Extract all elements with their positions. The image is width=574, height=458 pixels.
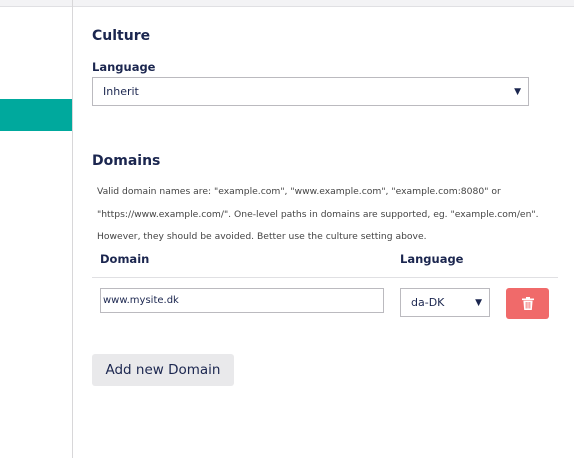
culture-section-title: Culture <box>92 28 151 44</box>
domains-help-line: Valid domain names are: "example.com", "… <box>97 186 501 197</box>
language-column-header: Language <box>400 252 464 266</box>
left-nav-top-strip <box>0 0 72 7</box>
culture-language-select[interactable]: Inherit ▼ <box>92 77 529 106</box>
domain-input-value: www.mysite.dk <box>103 295 179 306</box>
domains-help-line: However, they should be avoided. Better … <box>97 231 427 242</box>
domain-input[interactable]: www.mysite.dk <box>100 288 384 313</box>
left-nav-active-item[interactable] <box>0 99 72 131</box>
table-divider <box>92 277 558 278</box>
chevron-down-icon: ▼ <box>514 86 521 97</box>
domains-help-line: "https://www.example.com/". One-level pa… <box>97 208 539 220</box>
add-new-domain-button[interactable]: Add new Domain <box>92 354 234 386</box>
domains-help-text: Valid domain names are: "example.com", "… <box>97 181 557 249</box>
chevron-down-icon: ▼ <box>475 297 482 308</box>
main-content: Culture Language Inherit ▼ Domains Valid… <box>73 7 574 458</box>
left-nav-panel <box>0 0 73 458</box>
culture-language-value: Inherit <box>103 85 139 98</box>
culture-language-label: Language <box>92 60 156 74</box>
domain-language-value: da-DK <box>411 296 445 309</box>
delete-domain-button[interactable] <box>506 288 549 319</box>
trash-icon <box>521 297 534 310</box>
top-strip <box>73 0 574 7</box>
domain-language-select[interactable]: da-DK ▼ <box>400 288 490 317</box>
domains-section-title: Domains <box>92 153 161 169</box>
domain-column-header: Domain <box>100 252 150 266</box>
